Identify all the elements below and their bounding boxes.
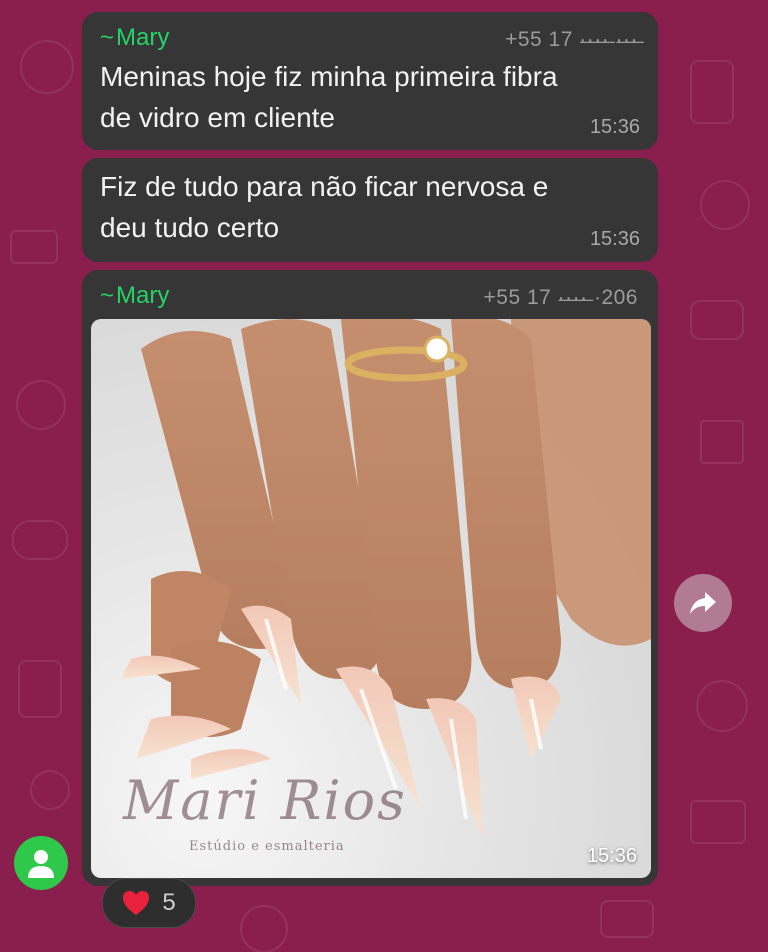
sender-name[interactable]: ~Mary [100, 24, 169, 52]
photo-watermark-logo: Mari Rios [123, 769, 407, 832]
message-time: 15:36 [589, 116, 640, 138]
sender-name[interactable]: ~Mary [100, 282, 169, 310]
user-avatar-icon [28, 850, 54, 878]
reaction-pill[interactable]: 5 [102, 878, 196, 928]
sender-phone: +55 17 ·̶·̶·̶·̶ ·206 [483, 286, 638, 309]
message-photo[interactable]: Mari Rios Estúdio e esmalteria 15:36 [91, 319, 651, 878]
reaction-count: 5 [162, 889, 176, 916]
photo-time: 15:36 [586, 845, 637, 867]
sender-avatar[interactable] [14, 836, 68, 890]
photo-watermark-subtitle: Estúdio e esmalteria [189, 839, 345, 854]
message-bubble[interactable]: ~Mary +55 17 ·̶·̶·̶·̶ ·̶·̶·̶ Meninas hoj… [82, 12, 658, 150]
forward-arrow-icon [690, 592, 716, 614]
forward-button[interactable] [674, 574, 732, 632]
heart-icon [123, 891, 150, 915]
message-time: 15:36 [589, 228, 640, 250]
sender-phone: +55 17 ·̶·̶·̶·̶ ·̶·̶·̶ [505, 28, 638, 51]
message-text: Fiz de tudo para não ficar nervosa e deu… [100, 171, 549, 243]
message-bubble[interactable]: Fiz de tudo para não ficar nervosa e deu… [82, 158, 658, 262]
message-text: Meninas hoje fiz minha primeira fibra de… [100, 61, 558, 133]
